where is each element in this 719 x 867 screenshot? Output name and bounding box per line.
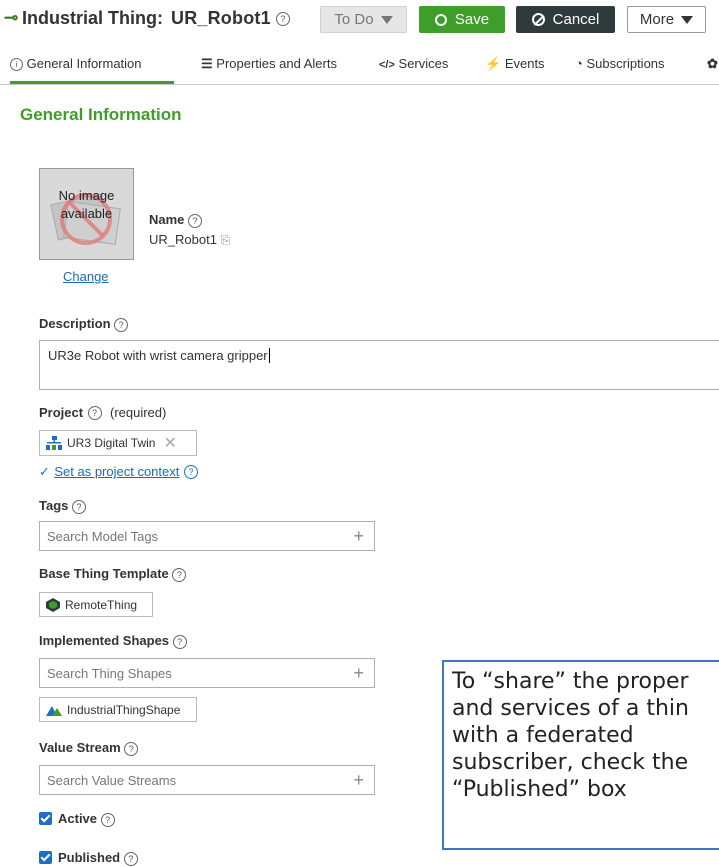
cancel-icon [531,13,545,26]
circle-icon [434,13,447,26]
state-label: To Do [334,11,374,28]
thing-template-icon [46,597,60,612]
project-label-row: Project ? (required) [39,404,166,422]
cancel-label: Cancel [552,11,600,28]
state-dropdown-button[interactable]: To Do [320,6,407,33]
thing-shape-icon [46,705,62,716]
page-title: UR_Robot1 ? [171,8,291,29]
change-image-link[interactable]: Change [63,269,109,284]
help-icon[interactable]: ? [172,567,187,582]
help-icon[interactable]: ? [172,634,187,649]
tags-placeholder: Search Model Tags [47,529,159,544]
help-icon[interactable]: ? [276,12,291,27]
tab-label: Events [504,56,545,71]
shapes-placeholder: Search Thing Shapes [47,666,172,681]
project-value: UR3 Digital Twin [67,436,156,450]
tab-label: Properties and Alerts [216,56,337,71]
base-template-chip[interactable]: RemoteThing [39,592,153,617]
help-icon[interactable]: ? [72,499,87,514]
help-icon[interactable]: ? [188,213,203,228]
save-button[interactable]: Save [419,6,505,33]
tags-label-row: Tags ? [39,498,87,514]
checkmark-icon: ✓ [39,464,50,479]
thing-name: UR_Robot1 [171,8,271,28]
tab-services[interactable]: </> Services [379,56,448,71]
description-label-row: Description ? [39,316,129,332]
help-icon[interactable]: ? [114,317,129,332]
base-template-label-row: Base Thing Template ? [39,566,187,582]
remove-icon[interactable]: ✕ [163,433,176,453]
value-stream-placeholder: Search Value Streams [47,773,177,788]
shapes-label: Implemented Shapes [39,633,170,648]
caret-down-icon [681,15,694,24]
text-cursor [268,348,270,363]
more-label: More [639,11,675,28]
help-icon[interactable]: ? [124,741,139,756]
thing-image: No image available [39,168,134,260]
name-value: UR_Robot1 [149,232,217,247]
help-icon[interactable]: ? [123,851,138,866]
help-icon[interactable]: ? [100,812,115,827]
active-checkbox[interactable] [39,812,52,825]
info-icon: i [10,58,23,72]
caret-down-icon [380,15,393,24]
name-label-row: Name ? [149,212,203,228]
active-tab-indicator [10,81,174,84]
set-project-context-link[interactable]: Set as project context [54,464,179,479]
description-value: UR3e Robot with wrist camera gripper [48,348,268,363]
tab-label: Subscriptions [586,56,665,71]
link-chain-icon: ⊸ [4,8,19,27]
tags-search-input[interactable]: Search Model Tags + [39,521,375,551]
plus-icon[interactable]: + [353,526,364,547]
tab-bar: i General Information ☰ Properties and A… [0,44,719,85]
tags-label: Tags [39,498,69,513]
gear-icon[interactable]: ✿ [707,56,718,72]
tab-subscriptions[interactable]: ◔ Subscriptions [575,56,665,71]
project-label: Project [39,405,84,420]
description-field[interactable]: UR3e Robot with wrist camera gripper [39,340,719,390]
code-icon: </> [379,59,395,71]
help-icon[interactable]: ? [183,464,198,479]
required-note: (required) [109,405,167,420]
shapes-label-row: Implemented Shapes ? [39,633,187,649]
active-label-row: Active ? [58,811,115,827]
cancel-button[interactable]: Cancel [516,6,615,33]
project-chip: UR3 Digital Twin ✕ [39,430,197,456]
base-template-value: RemoteThing [65,597,138,612]
description-label: Description [39,316,111,331]
tab-general-information[interactable]: i General Information [10,56,142,72]
plus-icon[interactable]: + [353,770,364,791]
published-checkbox[interactable] [39,851,52,864]
shape-value: IndustrialThingShape [67,702,181,717]
lightning-icon: ⚡ [485,56,502,71]
tab-label: Services [398,56,449,71]
signal-icon: ◔ [575,56,583,71]
tab-events[interactable]: ⚡ Events [485,56,545,72]
hierarchy-icon [46,436,62,450]
value-stream-label: Value Stream [39,740,121,755]
shape-chip[interactable]: IndustrialThingShape [39,697,197,722]
section-title: General Information [20,105,182,124]
list-icon: ☰ [201,56,213,71]
name-value-row: UR_Robot1 ⎘ [149,232,230,248]
help-icon[interactable]: ? [87,405,102,420]
no-image-text: No image available [58,188,115,221]
more-button[interactable]: More [627,6,706,33]
published-label: Published [58,850,121,865]
active-label: Active [58,811,98,826]
set-context-row: ✓ Set as project context ? [39,463,198,481]
plus-icon[interactable]: + [353,663,364,684]
value-stream-search-input[interactable]: Search Value Streams + [39,765,375,795]
value-stream-label-row: Value Stream ? [39,740,139,756]
copy-icon[interactable]: ⎘ [221,233,231,247]
published-label-row: Published ? [58,850,138,866]
name-label: Name [149,212,185,227]
shapes-search-input[interactable]: Search Thing Shapes + [39,658,375,688]
annotation-callout: To “share” the proper and services of a … [442,660,719,850]
tab-label: General Information [26,56,142,71]
tab-properties-and-alerts[interactable]: ☰ Properties and Alerts [201,56,337,72]
base-template-label: Base Thing Template [39,566,169,581]
thing-type-label: Industrial Thing: [22,8,163,28]
save-label: Save [454,11,490,28]
